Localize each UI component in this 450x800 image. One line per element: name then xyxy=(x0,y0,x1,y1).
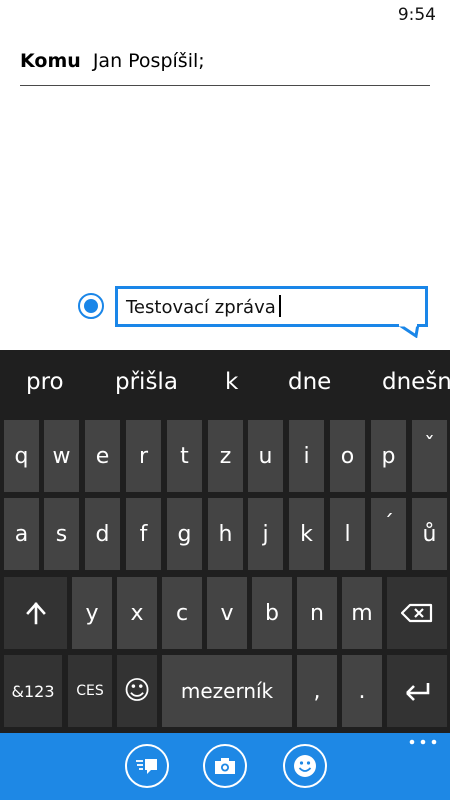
shift-arrow-icon xyxy=(25,602,46,625)
period-key[interactable]: . xyxy=(342,655,382,727)
bubble-tail-icon xyxy=(396,324,420,338)
status-bar: 9:54 xyxy=(0,0,450,30)
key[interactable]: l xyxy=(330,498,365,570)
key[interactable]: n xyxy=(297,577,337,649)
key[interactable]: j xyxy=(248,498,283,570)
app-bar xyxy=(0,733,450,800)
key[interactable]: z xyxy=(208,420,243,492)
comma-key[interactable]: , xyxy=(297,655,337,727)
message-input[interactable]: Testovací zpráva xyxy=(115,286,428,327)
backspace-key[interactable] xyxy=(387,577,447,649)
key[interactable]: w xyxy=(44,420,79,492)
caron-key[interactable]: ˇ xyxy=(412,420,447,492)
key[interactable]: p xyxy=(371,420,406,492)
attach-photo-button[interactable] xyxy=(203,744,247,788)
compose-row: Testovací zpráva xyxy=(0,286,450,341)
key[interactable]: d xyxy=(85,498,120,570)
key[interactable]: h xyxy=(208,498,243,570)
shift-key[interactable] xyxy=(4,577,67,649)
camera-icon xyxy=(215,758,235,774)
text-caret xyxy=(278,295,281,317)
key[interactable]: k xyxy=(289,498,324,570)
key[interactable]: r xyxy=(126,420,161,492)
key[interactable]: y xyxy=(72,577,112,649)
key[interactable]: i xyxy=(289,420,324,492)
emoji-icon xyxy=(294,755,316,777)
space-key[interactable]: mezerník xyxy=(162,655,292,727)
suggestion-item[interactable]: pro xyxy=(26,369,64,395)
recipient-field[interactable]: Komu Jan Pospíšil; xyxy=(20,50,430,86)
message-text: Testovací zpráva xyxy=(126,297,276,318)
more-icon[interactable] xyxy=(408,737,438,747)
suggestion-bar: pro přišla k dne dnešn xyxy=(0,350,450,415)
language-key[interactable]: CES xyxy=(68,655,112,727)
sim-indicator-dot xyxy=(84,299,98,313)
key[interactable]: x xyxy=(117,577,157,649)
send-button[interactable] xyxy=(125,744,169,788)
key[interactable]: t xyxy=(167,420,202,492)
sim-select-icon[interactable] xyxy=(78,293,104,319)
enter-key[interactable] xyxy=(387,655,447,727)
suggestion-item[interactable]: k xyxy=(225,369,238,395)
emoji-button[interactable] xyxy=(283,744,327,788)
clock: 9:54 xyxy=(397,5,436,25)
key[interactable]: g xyxy=(167,498,202,570)
key[interactable]: m xyxy=(342,577,382,649)
key[interactable]: o xyxy=(330,420,365,492)
suggestion-item[interactable]: přišla xyxy=(115,369,178,395)
key[interactable]: e xyxy=(85,420,120,492)
key[interactable]: v xyxy=(207,577,247,649)
recipient-name[interactable]: Jan Pospíšil; xyxy=(93,50,205,72)
keyboard: pro přišla k dne dnešn q w e r t z u i o… xyxy=(0,350,450,733)
emoji-key[interactable]: ☺ xyxy=(117,655,157,727)
key[interactable]: f xyxy=(126,498,161,570)
suggestion-item[interactable]: dne xyxy=(288,369,331,395)
key[interactable]: a xyxy=(4,498,39,570)
to-label: Komu xyxy=(20,50,81,72)
key[interactable]: q xyxy=(4,420,39,492)
send-icon xyxy=(136,759,157,774)
key[interactable]: s xyxy=(44,498,79,570)
key[interactable]: c xyxy=(162,577,202,649)
key[interactable]: u xyxy=(248,420,283,492)
enter-icon xyxy=(406,683,430,701)
suggestion-item[interactable]: dnešn xyxy=(382,369,450,395)
numbers-key[interactable]: &123 xyxy=(4,655,62,727)
key[interactable]: b xyxy=(252,577,292,649)
acute-key[interactable]: ´ xyxy=(371,498,406,570)
backspace-icon xyxy=(401,603,433,623)
key[interactable]: ů xyxy=(412,498,447,570)
